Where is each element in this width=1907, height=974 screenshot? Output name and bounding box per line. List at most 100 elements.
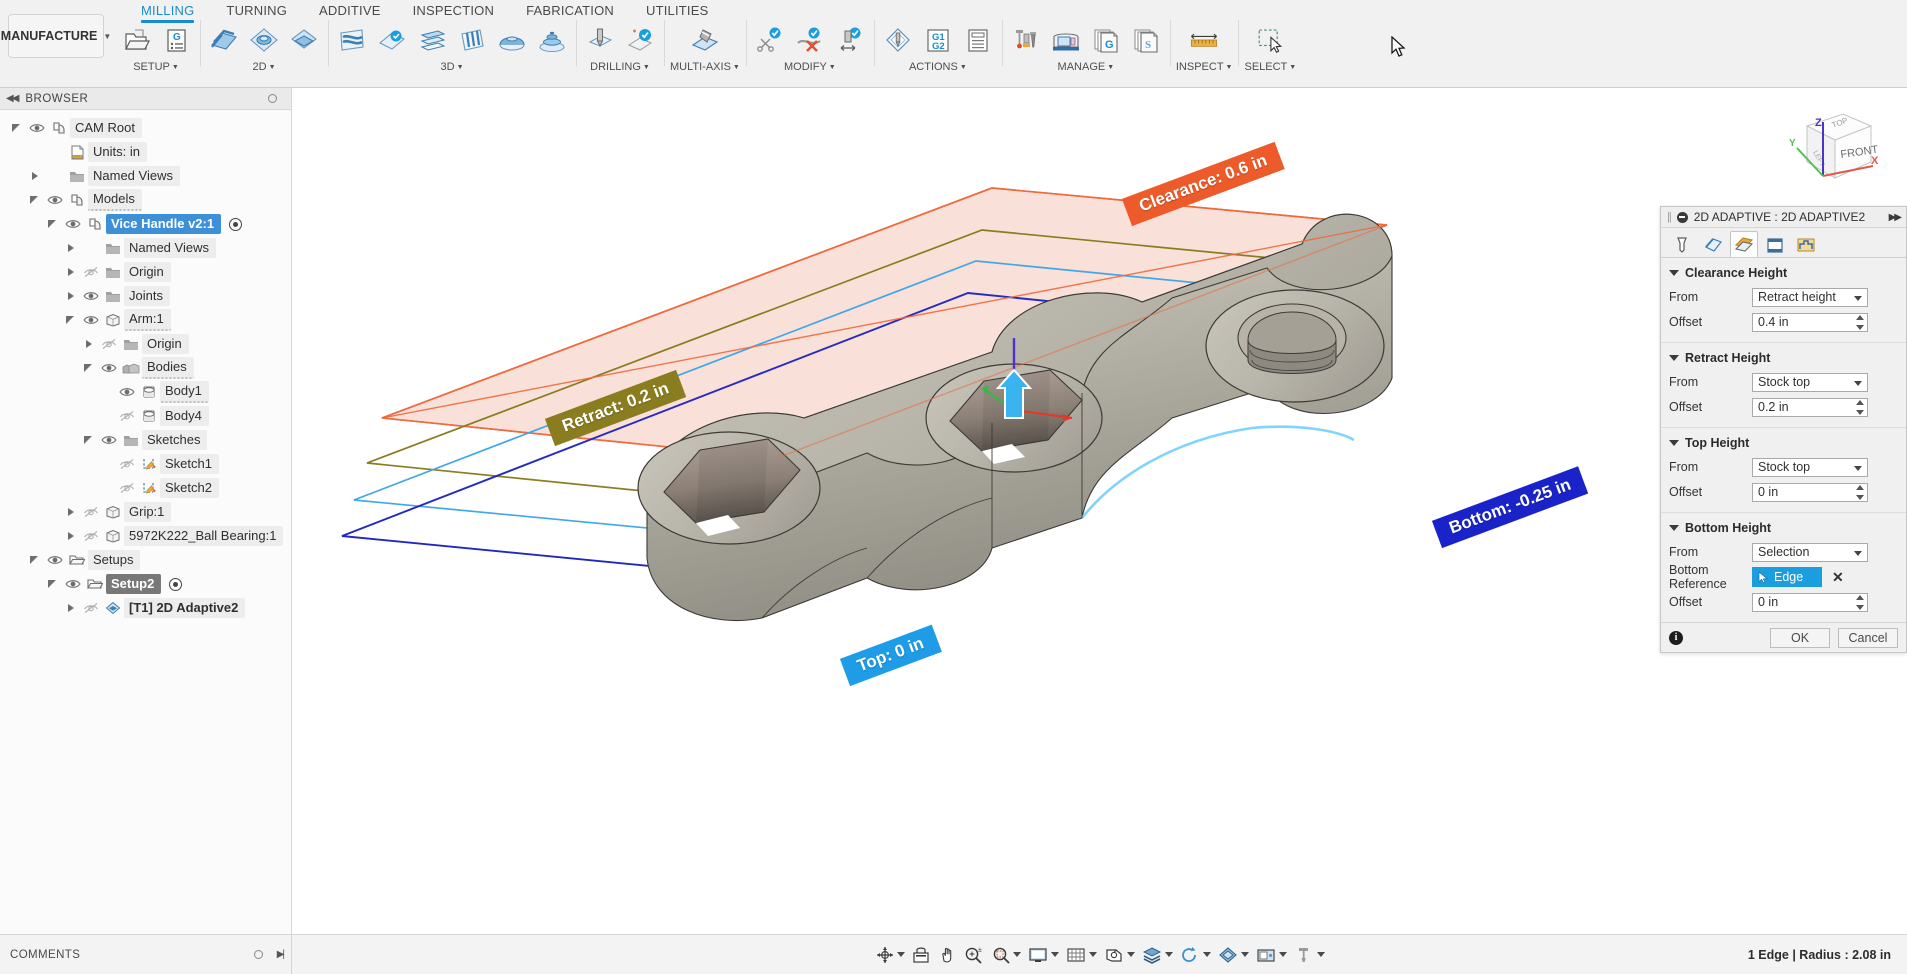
bottom-offset-stepper[interactable] bbox=[1854, 594, 1866, 611]
ribbon-group-setup-label[interactable]: SETUP▼ bbox=[133, 61, 179, 73]
grid-snap-icon[interactable] bbox=[1063, 943, 1099, 967]
tab-inspection[interactable]: INSPECTION bbox=[397, 0, 510, 18]
g1g2-icon[interactable]: G1 G2 bbox=[920, 20, 956, 60]
tree-item-sketches[interactable]: Sketches bbox=[0, 428, 291, 452]
expand-arrow-icon[interactable] bbox=[62, 532, 80, 541]
ribbon-group-manage-label[interactable]: MANAGE▼ bbox=[1058, 61, 1115, 73]
viewport-3d[interactable]: Clearance: 0.6 in Retract: 0.2 in Bottom… bbox=[292, 88, 1907, 934]
ok-button[interactable]: OK bbox=[1770, 628, 1830, 648]
browser-options-icon[interactable] bbox=[268, 94, 277, 103]
collapse-arrow-icon[interactable] bbox=[26, 195, 44, 205]
extend-icon[interactable] bbox=[832, 20, 868, 60]
visibility-eye-icon[interactable] bbox=[62, 578, 84, 590]
visibility-eye-icon[interactable] bbox=[98, 434, 120, 446]
visibility-eye-icon[interactable] bbox=[80, 314, 102, 326]
visibility-eye-icon[interactable] bbox=[98, 362, 120, 374]
trim-icon[interactable] bbox=[752, 20, 788, 60]
browser-view-icon[interactable] bbox=[1253, 943, 1289, 967]
dialog-title-bar[interactable]: || 2D ADAPTIVE : 2D ADAPTIVE2 ▶▶ bbox=[1661, 207, 1906, 228]
pocket-2d-icon[interactable] bbox=[246, 20, 282, 60]
ribbon-group-3d-label[interactable]: 3D▼ bbox=[441, 61, 464, 73]
manual-ncs-icon[interactable] bbox=[960, 20, 996, 60]
tree-item-named-views[interactable]: Named Views bbox=[0, 236, 291, 260]
tree-item-body1[interactable]: Body1 bbox=[0, 380, 291, 404]
zoom-window-icon[interactable] bbox=[989, 943, 1023, 967]
expand-arrow-icon[interactable] bbox=[62, 604, 80, 613]
visibility-eye-icon[interactable] bbox=[44, 554, 66, 566]
tree-item-setups[interactable]: Setups bbox=[0, 548, 291, 572]
zoom-icon[interactable]: ± bbox=[961, 943, 987, 967]
tab-heights[interactable] bbox=[1730, 231, 1758, 257]
visibility-eye-off-icon[interactable] bbox=[116, 410, 138, 422]
tree-item-5972k222-ball-bearing-1[interactable]: 5972K222_Ball Bearing:1 bbox=[0, 524, 291, 548]
visibility-eye-off-icon[interactable] bbox=[80, 602, 102, 614]
comments-options-icon[interactable] bbox=[254, 950, 263, 959]
tree-item-grip-1[interactable]: Grip:1 bbox=[0, 500, 291, 524]
tree-item-body4[interactable]: Body4 bbox=[0, 404, 291, 428]
workspace-switcher[interactable]: MANUFACTURE ▼ bbox=[8, 14, 104, 58]
collapse-arrow-icon[interactable] bbox=[44, 579, 62, 589]
collapse-arrow-icon[interactable] bbox=[8, 123, 26, 133]
expand-arrow-icon[interactable] bbox=[62, 268, 80, 277]
visibility-eye-off-icon[interactable] bbox=[80, 506, 102, 518]
expand-arrow-icon[interactable] bbox=[62, 244, 80, 253]
drill-icon[interactable] bbox=[582, 20, 618, 60]
collapse-arrow-icon[interactable] bbox=[26, 555, 44, 565]
clearance-from-select[interactable]: Retract height bbox=[1752, 288, 1868, 307]
post-process-icon[interactable]: G bbox=[1088, 20, 1124, 60]
bottom-offset-input[interactable]: 0 in bbox=[1752, 593, 1868, 612]
expand-arrow-icon[interactable] bbox=[26, 172, 44, 181]
layers-icon[interactable] bbox=[1139, 943, 1175, 967]
visibility-eye-off-icon[interactable] bbox=[80, 530, 102, 542]
visibility-eye-off-icon[interactable] bbox=[116, 482, 138, 494]
collapse-arrow-icon[interactable] bbox=[80, 363, 98, 373]
setup-sheet-icon[interactable]: S bbox=[1128, 20, 1164, 60]
spiral-3d-icon[interactable] bbox=[534, 20, 570, 60]
cancel-button[interactable]: Cancel bbox=[1838, 628, 1898, 648]
ribbon-group-inspect-label[interactable]: INSPECT▼ bbox=[1176, 61, 1233, 73]
tool-library-icon[interactable] bbox=[1008, 20, 1044, 60]
dialog-grip-icon[interactable]: || bbox=[1667, 211, 1671, 223]
face-2d-icon[interactable] bbox=[206, 20, 242, 60]
tree-item-sketch2[interactable]: Sketch2 bbox=[0, 476, 291, 500]
tree-item-named-views[interactable]: Named Views bbox=[0, 164, 291, 188]
tab-tool[interactable] bbox=[1668, 231, 1696, 257]
comments-collapse-icon[interactable]: ▶| bbox=[277, 949, 283, 960]
tree-item-cam-root[interactable]: CAM Root bbox=[0, 116, 291, 140]
expand-arrow-icon[interactable] bbox=[62, 508, 80, 517]
activate-component-icon[interactable] bbox=[169, 578, 182, 591]
tree-item-t1-2d-adaptive2[interactable]: [T1] 2D Adaptive2 bbox=[0, 596, 291, 620]
appearance-icon[interactable] bbox=[1215, 943, 1251, 967]
machine-library-icon[interactable] bbox=[1048, 20, 1084, 60]
operation-dialog[interactable]: || 2D ADAPTIVE : 2D ADAPTIVE2 ▶▶ bbox=[1660, 206, 1907, 653]
collapse-arrow-icon[interactable] bbox=[62, 315, 80, 325]
pocket-clearing-icon[interactable] bbox=[374, 20, 410, 60]
view-cube[interactable]: FRONT TOP LEFT Z X Y bbox=[1783, 100, 1879, 192]
pan-icon[interactable] bbox=[935, 943, 959, 967]
collapse-panel-icon[interactable]: ◀◀ bbox=[6, 93, 17, 104]
tree-item-sketch1[interactable]: Sketch1 bbox=[0, 452, 291, 476]
tab-utilities[interactable]: UTILITIES bbox=[630, 0, 724, 18]
bottom-reference-chip[interactable]: Edge bbox=[1752, 567, 1822, 587]
ribbon-group-actions-label[interactable]: ACTIONS▼ bbox=[909, 61, 967, 73]
comments-panel[interactable]: COMMENTS ▶| bbox=[0, 934, 292, 974]
clear-selection-icon[interactable]: ✕ bbox=[1832, 570, 1844, 584]
tree-item-units-in[interactable]: Units: in bbox=[0, 140, 291, 164]
visibility-eye-off-icon[interactable] bbox=[80, 266, 102, 278]
visibility-eye-off-icon[interactable] bbox=[116, 458, 138, 470]
visibility-eye-off-icon[interactable] bbox=[98, 338, 120, 350]
pan-lock-icon[interactable] bbox=[909, 943, 933, 967]
viewports-icon[interactable] bbox=[1101, 943, 1137, 967]
top-offset-stepper[interactable] bbox=[1854, 484, 1866, 501]
horizontal-3d-icon[interactable] bbox=[414, 20, 450, 60]
component-view-icon[interactable] bbox=[1291, 943, 1327, 967]
tree-item-origin[interactable]: Origin bbox=[0, 332, 291, 356]
select-window-icon[interactable] bbox=[1252, 20, 1288, 60]
expand-icon[interactable]: ▶▶ bbox=[1889, 212, 1900, 223]
activate-component-icon[interactable] bbox=[229, 218, 242, 231]
section-retract-header[interactable]: Retract Height bbox=[1669, 351, 1896, 365]
tab-additive[interactable]: ADDITIVE bbox=[303, 0, 397, 18]
ribbon-group-drilling-label[interactable]: DRILLING▼ bbox=[590, 61, 650, 73]
info-icon[interactable]: i bbox=[1669, 631, 1683, 645]
visibility-eye-icon[interactable] bbox=[44, 194, 66, 206]
